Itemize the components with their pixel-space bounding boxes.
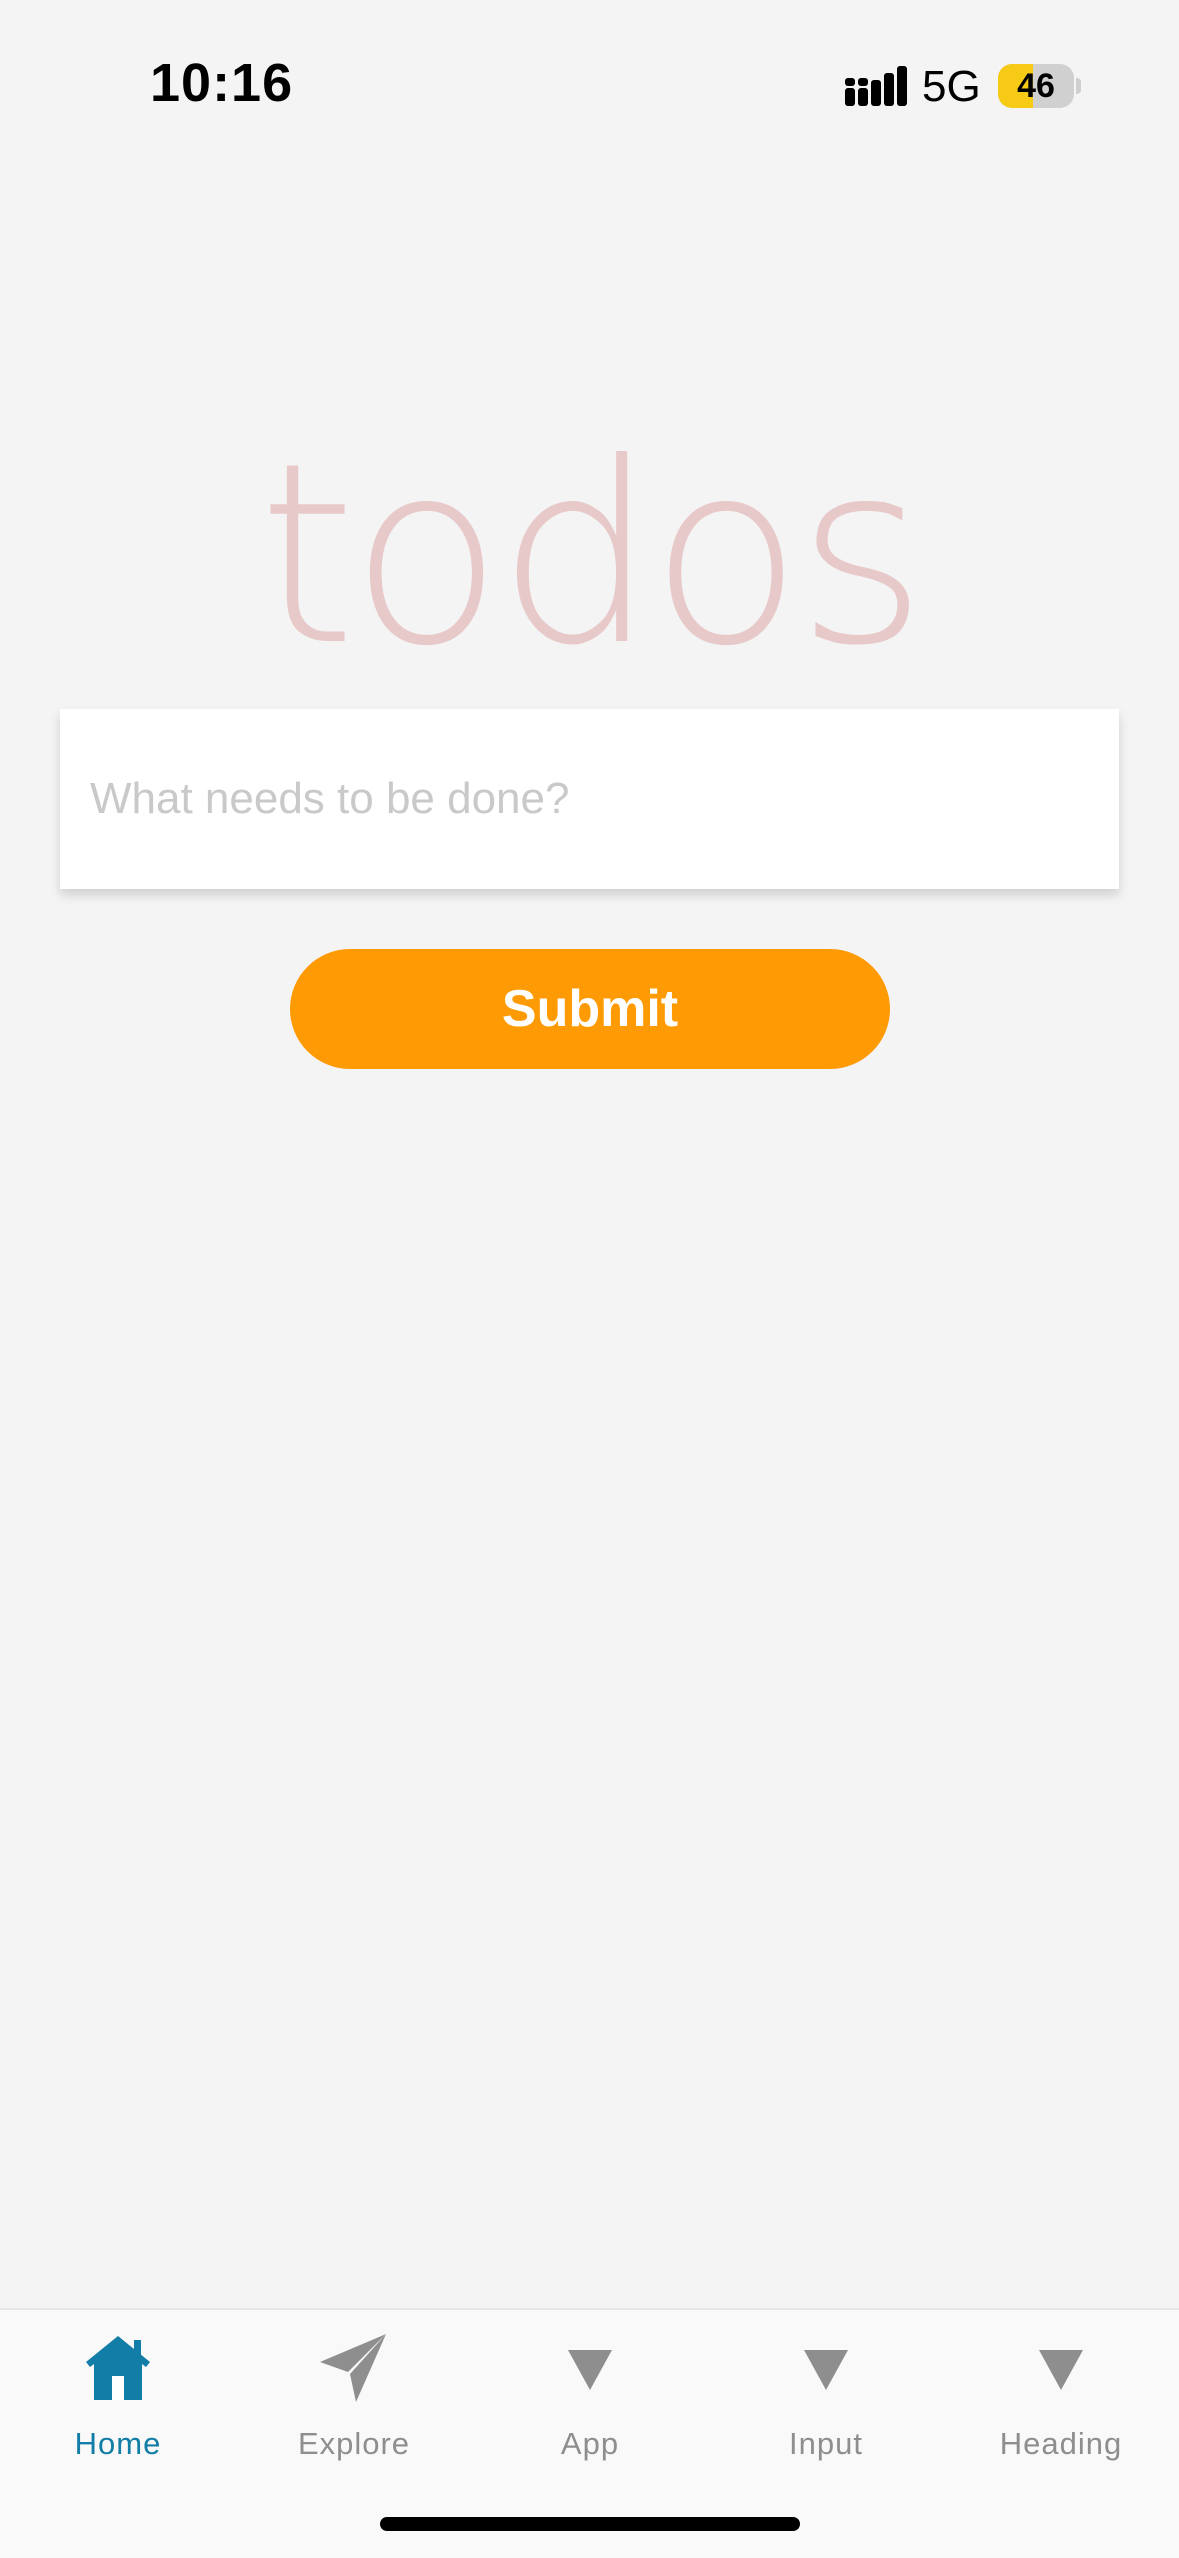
tab-explore-label: Explore	[297, 2426, 411, 2461]
tab-heading[interactable]: Heading	[943, 2310, 1179, 2500]
status-time: 10:16	[150, 53, 294, 113]
triangle-down-icon	[804, 2350, 848, 2390]
tab-explore[interactable]: Explore	[236, 2310, 472, 2500]
home-indicator	[380, 2517, 800, 2531]
submit-button[interactable]: Submit	[290, 949, 890, 1069]
tab-home[interactable]: Home	[0, 2310, 236, 2500]
battery-icon: 46	[998, 64, 1074, 108]
tab-home-label: Home	[74, 2426, 162, 2461]
tab-heading-label: Heading	[999, 2426, 1123, 2461]
battery-nub	[1076, 78, 1081, 94]
app-title: todos	[258, 409, 927, 700]
house-icon	[86, 2336, 150, 2400]
network-type: 5G	[922, 62, 981, 111]
tab-app-label: App	[560, 2426, 620, 2461]
tab-app[interactable]: App	[472, 2310, 708, 2500]
status-bar: 10:16 5G 46	[0, 0, 1179, 170]
battery-level: 46	[1017, 67, 1055, 105]
new-todo-input[interactable]	[60, 709, 1119, 889]
triangle-down-icon	[568, 2350, 612, 2390]
tab-input-label: Input	[789, 2426, 863, 2461]
cellular-signal-icon	[845, 66, 907, 106]
paper-plane-icon	[320, 2334, 386, 2402]
triangle-down-icon	[1039, 2350, 1083, 2390]
tab-input[interactable]: Input	[708, 2310, 944, 2500]
